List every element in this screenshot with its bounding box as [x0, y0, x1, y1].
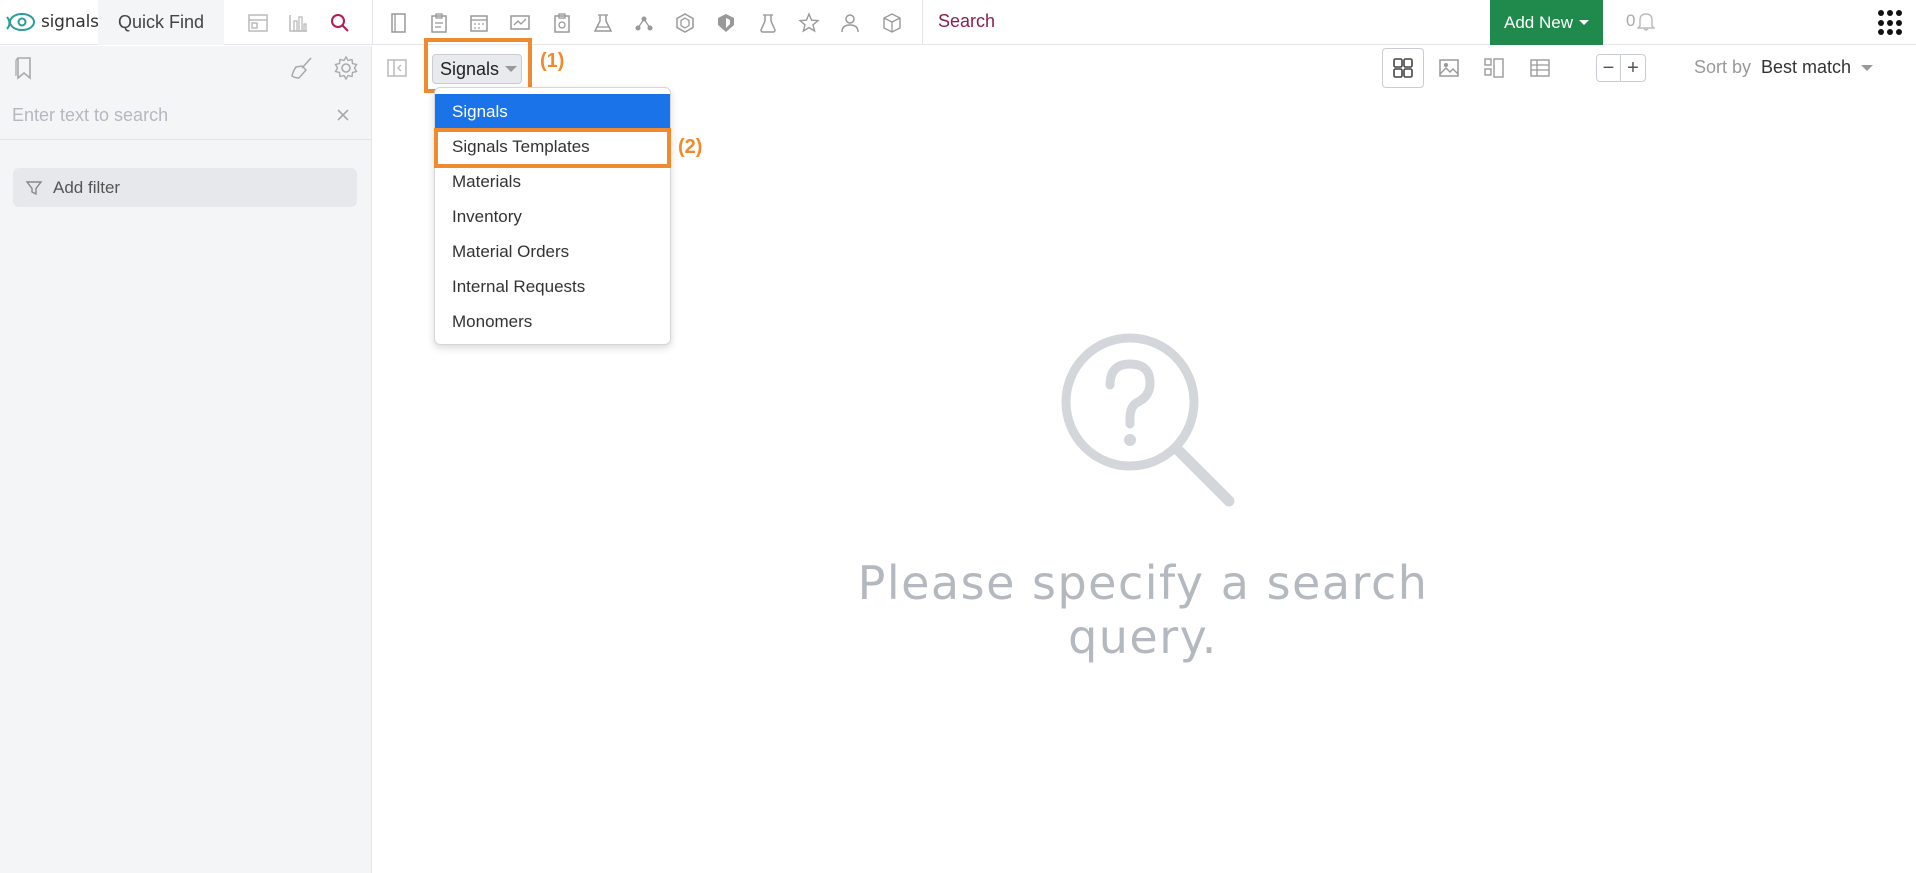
entity-type-dropdown: Signals Signals Templates Materials Inve…: [434, 87, 671, 345]
results-toolbar: [373, 46, 1916, 90]
step1-highlight: [424, 38, 532, 93]
calendar-icon[interactable]: [466, 10, 492, 36]
chart-icon[interactable]: [285, 10, 311, 36]
clipboard-icon[interactable]: [426, 10, 452, 36]
grid-view-icon: [1393, 58, 1413, 78]
zoom-out-button[interactable]: −: [1597, 55, 1621, 81]
step2-highlight: [434, 128, 671, 168]
search-question-icon: [1061, 333, 1235, 507]
sort-value[interactable]: Best match: [1761, 57, 1851, 78]
shield-icon[interactable]: [713, 10, 739, 36]
add-new-label: Add New: [1504, 12, 1573, 32]
chevron-down-icon: [1861, 64, 1874, 71]
image-view-button[interactable]: [1428, 48, 1470, 88]
step2-label: (2): [678, 136, 703, 158]
dropdown-item-materials[interactable]: Materials: [435, 164, 670, 199]
notification-count: 0: [1626, 11, 1636, 30]
hex-icon[interactable]: [672, 10, 698, 36]
zoom-control: − +: [1596, 54, 1646, 82]
empty-state-message: Please specify a search query.: [857, 556, 1429, 664]
gear-icon[interactable]: [332, 54, 360, 82]
list-view-icon: [1484, 58, 1504, 78]
sidebar-search: [0, 90, 371, 140]
dropdown-item-inventory[interactable]: Inventory: [435, 199, 670, 234]
grid-view-button[interactable]: [1382, 48, 1424, 88]
filter-sidebar: Add filter: [0, 46, 372, 873]
sidebar-toolbar: [0, 46, 371, 90]
table-view-icon: [1530, 59, 1550, 77]
quick-find-button[interactable]: Quick Find: [98, 0, 224, 45]
signals-logo-icon: [6, 13, 35, 31]
lab-icon[interactable]: [590, 10, 616, 36]
dropdown-item-monomers[interactable]: Monomers: [435, 304, 670, 339]
notebook-icon[interactable]: [385, 10, 411, 36]
box-icon[interactable]: [879, 10, 905, 36]
step1-label: (1): [540, 50, 565, 72]
search-input[interactable]: [12, 100, 332, 130]
close-icon[interactable]: [332, 104, 354, 126]
logo-wordmark: signals: [41, 12, 99, 32]
search-icon[interactable]: [327, 10, 353, 36]
network-icon[interactable]: [631, 10, 657, 36]
collapse-sidebar-icon[interactable]: [383, 54, 411, 82]
users-icon[interactable]: [837, 10, 863, 36]
top-bar: signals Quick Find Search Add New 0: [0, 0, 1916, 45]
dropdown-item-internal-requests[interactable]: Internal Requests: [435, 269, 670, 304]
image-view-icon: [1439, 59, 1459, 77]
notifications-button[interactable]: 0: [1626, 11, 1656, 31]
sort-label: Sort by: [1694, 57, 1752, 77]
filter-icon: [25, 180, 43, 195]
apps-grid-icon[interactable]: [1878, 10, 1904, 36]
list-view-button[interactable]: [1473, 48, 1515, 88]
chevron-down-icon: [1578, 20, 1589, 25]
dropdown-item-signals[interactable]: Signals: [435, 94, 670, 129]
request-icon[interactable]: [549, 10, 575, 36]
bell-icon: [1637, 13, 1656, 31]
add-filter-button[interactable]: Add filter: [13, 168, 357, 207]
broom-icon[interactable]: [288, 54, 316, 82]
zoom-in-button[interactable]: +: [1621, 55, 1645, 81]
add-filter-label: Add filter: [53, 177, 121, 197]
bookmark-icon[interactable]: [10, 54, 38, 82]
add-new-button[interactable]: Add New: [1490, 0, 1603, 45]
star-icon[interactable]: [796, 10, 822, 36]
dashboard-icon[interactable]: [245, 10, 271, 36]
table-view-button[interactable]: [1519, 48, 1561, 88]
sort-control[interactable]: Sort by Best match: [1694, 57, 1874, 78]
workflow-icon[interactable]: [507, 10, 533, 36]
dropdown-item-material-orders[interactable]: Material Orders: [435, 234, 670, 269]
flask-icon[interactable]: [755, 10, 781, 36]
search-link[interactable]: Search: [938, 11, 995, 32]
logo[interactable]: signals: [6, 8, 99, 36]
